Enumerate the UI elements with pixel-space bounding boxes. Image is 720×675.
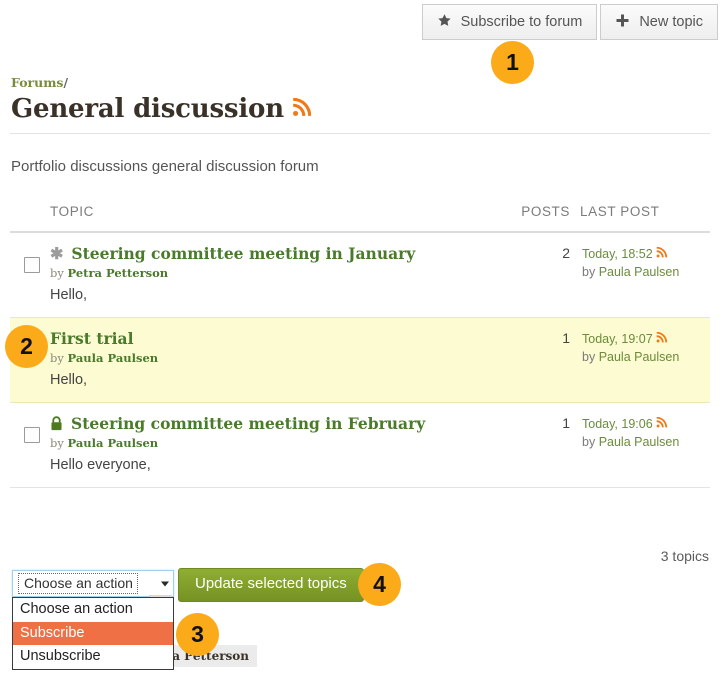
new-topic-button[interactable]: New topic (600, 4, 718, 40)
table-row: ✱ Steering committee meeting in January … (10, 232, 710, 318)
column-header-checkbox (10, 198, 50, 232)
topic-snippet: Hello, (50, 287, 510, 303)
topic-author: by Paula Paulsen (50, 436, 510, 450)
topic-snippet: Hello, (50, 372, 510, 388)
last-post-author-link[interactable]: Paula Paulsen (599, 435, 680, 449)
row-checkbox-cell (10, 403, 50, 488)
plus-icon (615, 11, 630, 32)
rss-icon[interactable] (292, 98, 311, 117)
table-header-row: TOPIC POSTS LAST POST (10, 198, 710, 232)
topic-title-link[interactable]: First trial (50, 330, 134, 347)
topic-snippet: Hello everyone, (50, 457, 510, 473)
topic-title-link[interactable]: Steering committee meeting in January (71, 245, 415, 262)
dropdown-option-choose-an-action[interactable]: Choose an action (13, 598, 173, 622)
action-select-dropdown[interactable]: Choose an action Subscribe Unsubscribe (12, 597, 174, 670)
forum-toolbar: Subscribe to forum New topic (0, 4, 720, 38)
row-checkbox-cell (10, 232, 50, 318)
table-row: First trial by Paula Paulsen Hello, 1 To… (10, 318, 710, 403)
star-icon (437, 13, 452, 31)
topic-by-prefix: by (50, 266, 64, 280)
topic-author: by Petra Petterson (50, 266, 510, 280)
topics-table: TOPIC POSTS LAST POST ✱ Steering committ… (10, 198, 710, 488)
action-select[interactable]: Choose an action (12, 570, 174, 597)
topic-by-prefix: by (50, 436, 64, 450)
update-selected-topics-button[interactable]: Update selected topics (178, 568, 364, 602)
column-header-topic: TOPIC (50, 198, 510, 232)
new-topic-label: New topic (639, 6, 703, 38)
topic-title: Steering committee meeting in February (50, 415, 510, 432)
topic-title: ✱ Steering committee meeting in January (50, 245, 510, 262)
rss-icon[interactable] (656, 332, 667, 343)
rss-icon[interactable] (656, 247, 667, 258)
chevron-down-icon (161, 581, 169, 586)
callout-badge-4: 4 (358, 563, 401, 606)
topic-author: by Paula Paulsen (50, 351, 510, 365)
last-post-by-prefix: by (582, 265, 595, 279)
topic-cell: Steering committee meeting in February b… (50, 403, 510, 488)
last-post: Today, 18:52 by Paula Paulsen (580, 245, 710, 281)
last-post-cell: Today, 19:07 by Paula Paulsen (580, 318, 710, 403)
topic-author-link[interactable]: Paula Paulsen (68, 436, 159, 450)
breadcrumb-forums-link[interactable]: Forums (11, 75, 63, 90)
topic-by-prefix: by (50, 351, 64, 365)
column-header-last-post: LAST POST (580, 198, 710, 232)
last-post-author-link[interactable]: Paula Paulsen (599, 265, 680, 279)
dropdown-option-subscribe[interactable]: Subscribe (13, 622, 173, 646)
topic-posts-count: 2 (510, 232, 580, 318)
callout-badge-2: 2 (5, 325, 48, 368)
column-header-posts: POSTS (510, 198, 580, 232)
callout-badge-1: 1 (491, 41, 534, 84)
last-post-by-prefix: by (582, 435, 595, 449)
breadcrumb: Forums/ (11, 75, 68, 90)
topic-posts-count: 1 (510, 318, 580, 403)
title-divider (10, 133, 710, 134)
dropdown-option-unsubscribe[interactable]: Unsubscribe (13, 645, 173, 669)
topic-posts-count: 1 (510, 403, 580, 488)
table-row: Steering committee meeting in February b… (10, 403, 710, 488)
last-post-author-link[interactable]: Paula Paulsen (599, 350, 680, 364)
topic-cell: ✱ Steering committee meeting in January … (50, 232, 510, 318)
topic-cell: First trial by Paula Paulsen Hello, (50, 318, 510, 403)
topic-author-link[interactable]: Paula Paulsen (68, 351, 159, 365)
page-title: General discussion (11, 94, 311, 124)
sticky-asterisk-icon: ✱ (50, 246, 63, 262)
last-post: Today, 19:07 by Paula Paulsen (580, 330, 710, 366)
last-post-cell: Today, 18:52 by Paula Paulsen (580, 232, 710, 318)
lock-icon (50, 416, 63, 431)
page-title-text: General discussion (11, 94, 284, 124)
topic-author-link[interactable]: Petra Petterson (68, 266, 169, 280)
last-post-time[interactable]: Today, 18:52 (582, 247, 653, 261)
topic-title: First trial (50, 330, 510, 347)
topic-select-checkbox[interactable] (24, 427, 40, 443)
topic-count: 3 topics (661, 548, 709, 564)
toolbar-button-group: Subscribe to forum New topic (422, 4, 718, 40)
subscribe-to-forum-label: Subscribe to forum (461, 6, 583, 38)
subscribe-to-forum-button[interactable]: Subscribe to forum (422, 4, 598, 40)
breadcrumb-separator: / (63, 75, 68, 90)
forum-description: Portfolio discussions general discussion… (11, 158, 319, 175)
rss-icon[interactable] (656, 417, 667, 428)
callout-badge-3: 3 (176, 613, 219, 656)
last-post-cell: Today, 19:06 by Paula Paulsen (580, 403, 710, 488)
last-post-time[interactable]: Today, 19:07 (582, 332, 653, 346)
last-post-time[interactable]: Today, 19:06 (582, 417, 653, 431)
action-select-value: Choose an action (18, 573, 138, 593)
last-post-by-prefix: by (582, 350, 595, 364)
topic-select-checkbox[interactable] (24, 257, 40, 273)
action-select-face[interactable]: Choose an action (14, 572, 172, 595)
last-post: Today, 19:06 by Paula Paulsen (580, 415, 710, 451)
topic-title-link[interactable]: Steering committee meeting in February (71, 415, 425, 432)
